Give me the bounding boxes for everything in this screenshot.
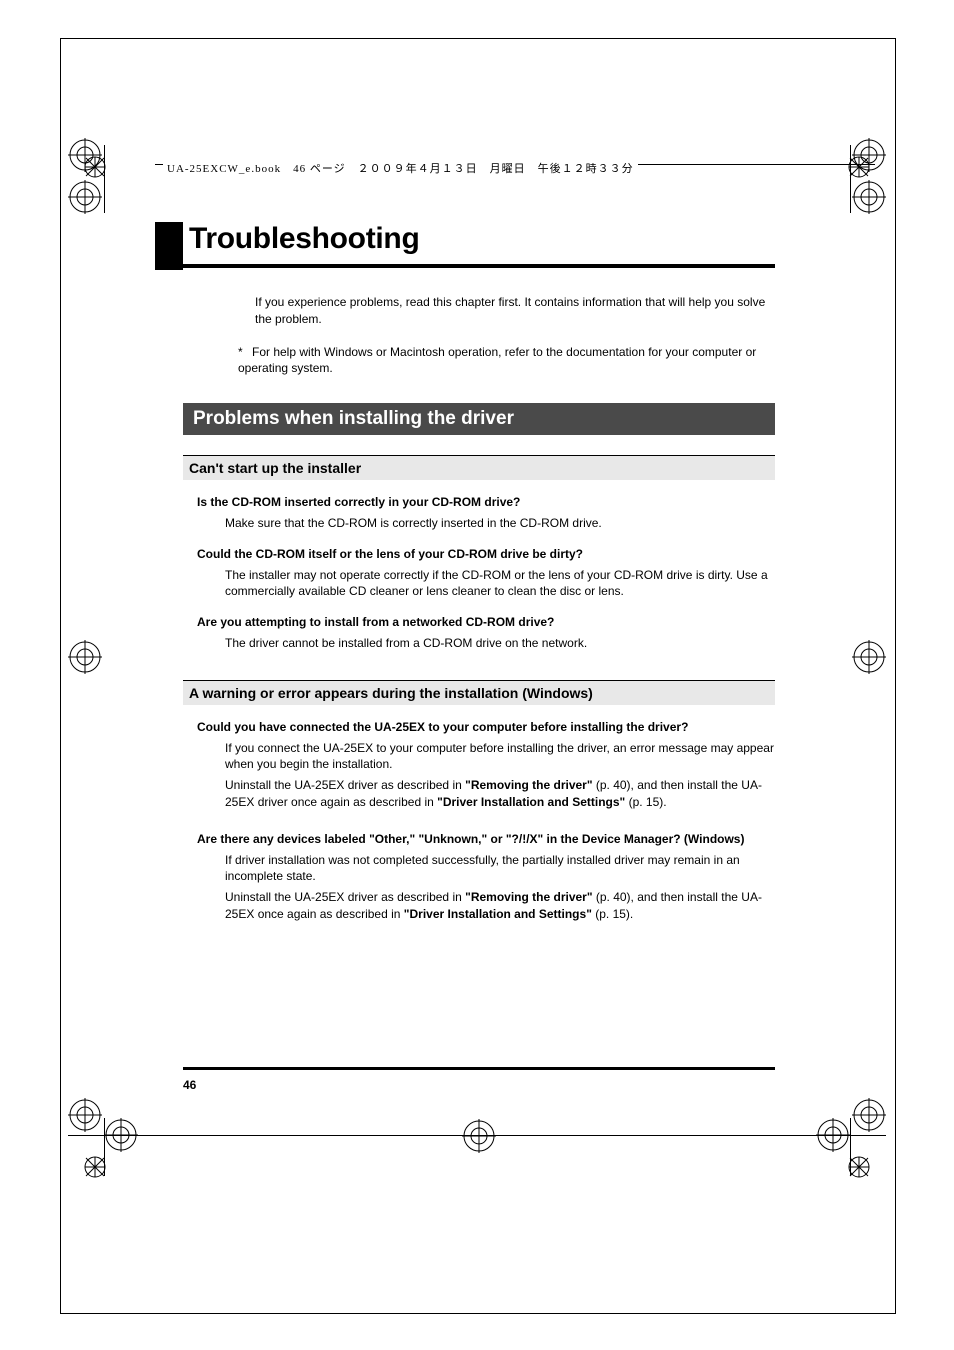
question-text: Are you attempting to install from a net… — [197, 614, 775, 631]
registration-mark-icon — [68, 640, 102, 674]
intro-text: If you experience problems, read this ch… — [255, 294, 775, 328]
question-text: Could the CD-ROM itself or the lens of y… — [197, 546, 775, 563]
section-heading: Problems when installing the driver — [183, 403, 775, 435]
crop-line — [850, 1118, 851, 1176]
asterisk-icon: * — [238, 344, 252, 361]
subsection: Can't start up the installer Is the CD-R… — [183, 455, 775, 652]
subsection-heading: Can't start up the installer — [183, 455, 775, 480]
registration-mark-icon — [852, 1098, 886, 1132]
footnote-text: *For help with Windows or Macintosh oper… — [238, 344, 775, 378]
answer-text: The driver cannot be installed from a CD… — [225, 635, 775, 652]
registration-mark-icon — [852, 640, 886, 674]
crop-line — [850, 145, 851, 213]
crop-line — [68, 1135, 886, 1136]
question-text: Is the CD-ROM inserted correctly in your… — [197, 494, 775, 511]
qa-item: Is the CD-ROM inserted correctly in your… — [197, 494, 775, 532]
qa-item: Could the CD-ROM itself or the lens of y… — [197, 546, 775, 600]
registration-hatch-icon — [84, 1156, 106, 1178]
chapter-tab-icon — [155, 222, 183, 270]
registration-hatch-icon — [848, 156, 870, 178]
subsection: A warning or error appears during the in… — [183, 680, 775, 923]
registration-hatch-icon — [848, 1156, 870, 1178]
footer-rule — [183, 1067, 775, 1070]
page-title: Troubleshooting — [183, 222, 775, 268]
page-number: 46 — [183, 1078, 196, 1092]
crop-line — [104, 1118, 105, 1176]
registration-mark-icon — [462, 1119, 496, 1153]
registration-hatch-icon — [84, 156, 106, 178]
registration-mark-icon — [68, 180, 102, 214]
qa-item: Are there any devices labeled "Other," "… — [197, 831, 775, 923]
header-filename: UA-25EXCW_e.book 46 ページ ２００９年４月１３日 月曜日 午… — [163, 160, 638, 176]
crop-line — [104, 145, 105, 213]
answer-text: The installer may not operate correctly … — [225, 567, 775, 601]
subsection-heading: A warning or error appears during the in… — [183, 680, 775, 705]
registration-mark-icon — [68, 1098, 102, 1132]
answer-text: Uninstall the UA-25EX driver as describe… — [225, 777, 775, 811]
answer-text: If you connect the UA-25EX to your compu… — [225, 740, 775, 774]
question-text: Could you have connected the UA-25EX to … — [197, 719, 775, 736]
qa-item: Could you have connected the UA-25EX to … — [197, 719, 775, 811]
qa-item: Are you attempting to install from a net… — [197, 614, 775, 652]
question-text: Are there any devices labeled "Other," "… — [197, 831, 775, 848]
answer-text: If driver installation was not completed… — [225, 852, 775, 886]
registration-mark-icon — [852, 180, 886, 214]
footnote-body: For help with Windows or Macintosh opera… — [238, 345, 756, 376]
content-area: Troubleshooting If you experience proble… — [183, 222, 775, 923]
answer-text: Make sure that the CD-ROM is correctly i… — [225, 515, 775, 532]
answer-text: Uninstall the UA-25EX driver as describe… — [225, 889, 775, 923]
